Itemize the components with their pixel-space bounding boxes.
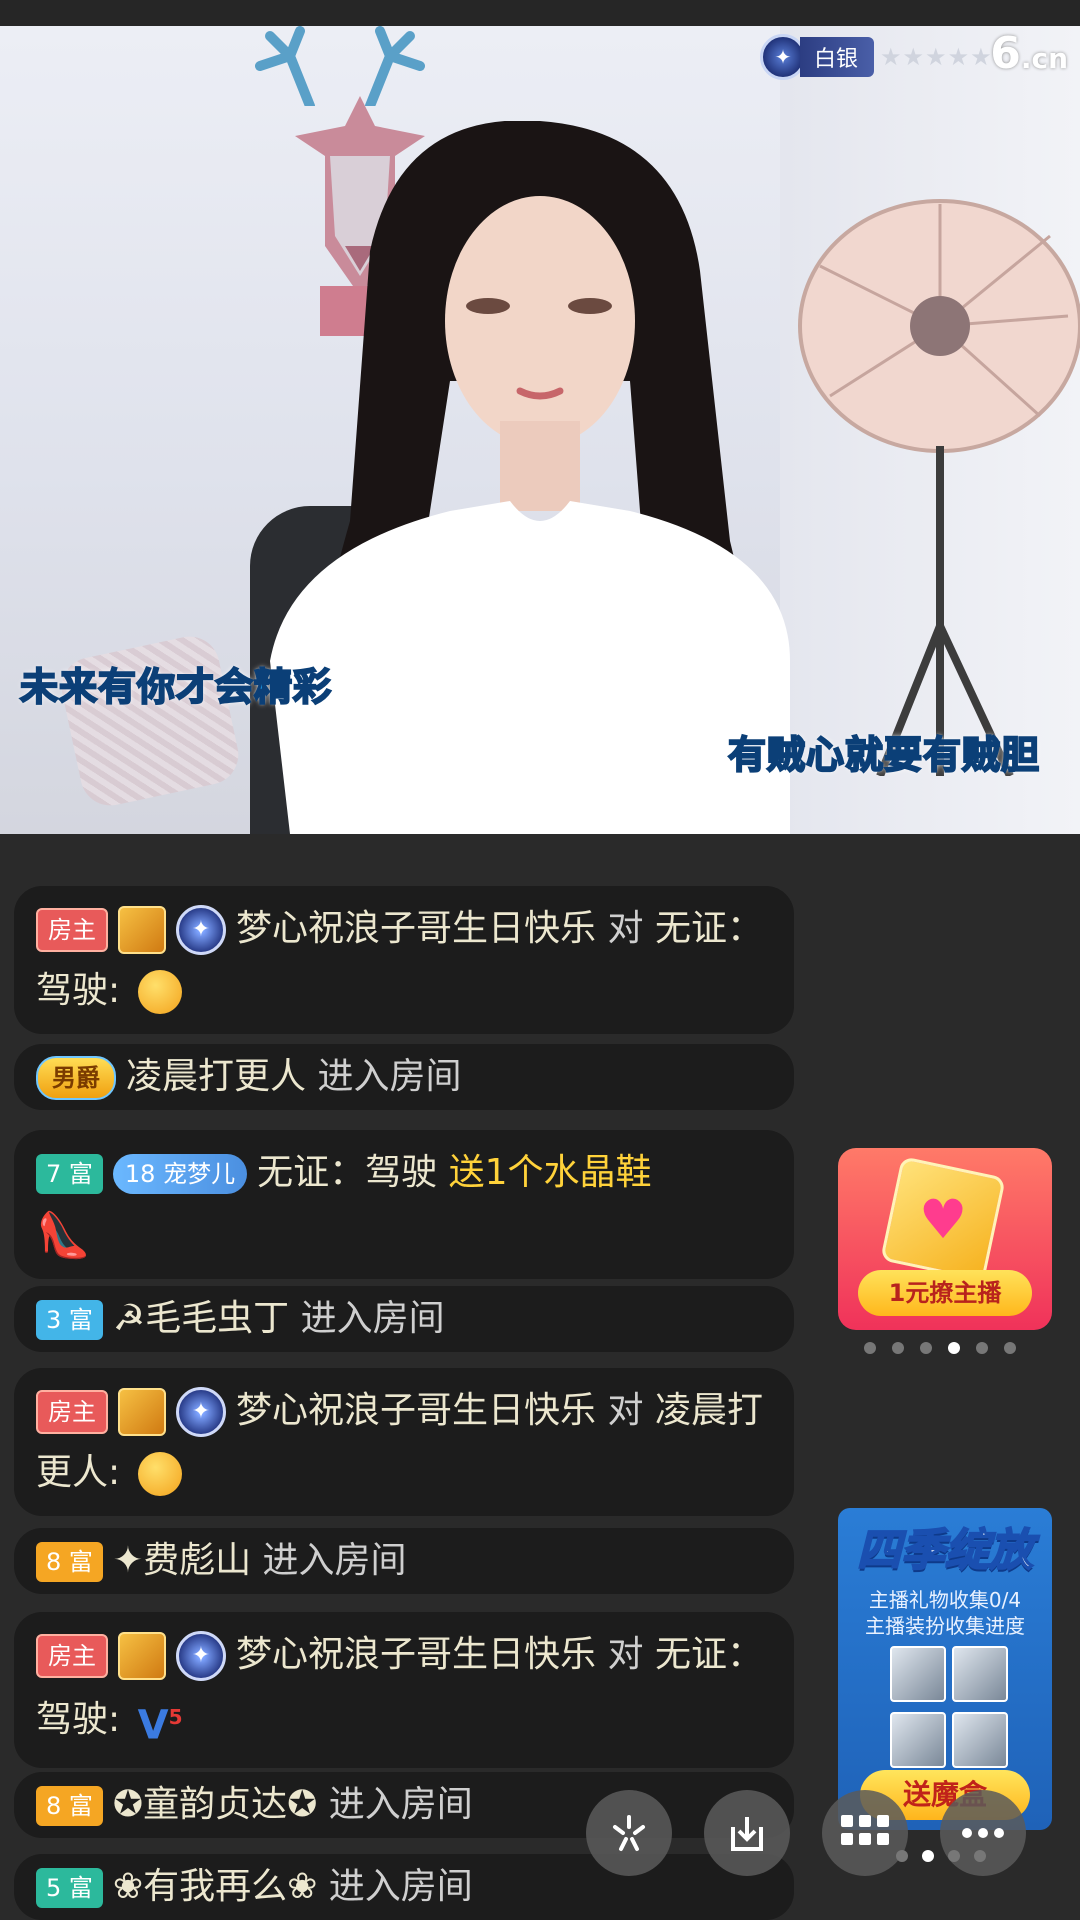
chat-message: 房主 ✦ 梦心祝浪子哥生日快乐 对 无证：驾驶: V5 (14, 1612, 794, 1769)
wealth-level-tag: 5 富 (36, 1868, 103, 1908)
overlay-caption-left: 未来有你才会精彩 (19, 664, 333, 710)
collection-item (952, 1646, 1008, 1702)
pray-emoji-icon (137, 1452, 182, 1496)
site-logo: 6.cn (990, 28, 1068, 79)
more-icon (962, 1828, 1004, 1838)
gift-text: 送1个水晶鞋 (448, 1152, 652, 1193)
overlay-caption-right: 有贼心就要有贼胆 (727, 732, 1041, 778)
promo-banner-tease-anchor[interactable]: ♥ 1元撩主播 (838, 1148, 1052, 1330)
carousel-dot[interactable] (976, 1342, 988, 1354)
download-button[interactable] (704, 1790, 790, 1876)
chat-message: 房主 ✦ 梦心祝浪子哥生日快乐 对 凌晨打更人: (14, 1368, 794, 1516)
collection-item (890, 1712, 946, 1768)
chat-action: 进入房间 (328, 1866, 473, 1907)
carousel-dot-active[interactable] (922, 1850, 934, 1862)
status-bar (0, 0, 1080, 26)
chat-action: 对 (607, 908, 644, 949)
promo-carousel-dots (864, 1342, 1016, 1354)
host-tag: 房主 (36, 1390, 108, 1434)
chat-username[interactable]: ✦费彪山 (113, 1540, 251, 1581)
medal-icon: ✦ (176, 1631, 226, 1681)
noble-tag: 男爵 (36, 1056, 116, 1100)
carousel-dot[interactable] (892, 1342, 904, 1354)
carousel-dot-active[interactable] (948, 1342, 960, 1354)
medal-icon: ✦ (176, 1387, 226, 1437)
more-button[interactable] (940, 1790, 1026, 1876)
fan-badge-label: 宠梦儿 (163, 1160, 236, 1188)
share-icon (613, 1815, 645, 1851)
heart-card-icon: ♥ (880, 1156, 1006, 1282)
chat-message: 8 富 ✪童韵贞达✪ 进入房间 (14, 1772, 794, 1838)
collection-item (952, 1712, 1008, 1768)
wealth-level-tag: 8 富 (36, 1542, 103, 1582)
chat-message: 7 富 18 宠梦儿 无证：驾驶 送1个水晶鞋 👠 (14, 1130, 794, 1279)
chat-message: 男爵 凌晨打更人 进入房间 (14, 1044, 794, 1110)
chat-username[interactable]: 无证：驾驶 (257, 1152, 437, 1193)
collection-item (890, 1646, 946, 1702)
share-button[interactable] (586, 1790, 672, 1876)
chat-message: 5 富 ❀有我再么❀ 进入房间 (14, 1854, 794, 1920)
chat-message: 房主 ✦ 梦心祝浪子哥生日快乐 对 无证：驾驶: (14, 886, 794, 1034)
wealth-level-tag: 3 富 (36, 1300, 103, 1340)
chat-username[interactable]: ☭毛毛虫丁 (113, 1298, 289, 1339)
promo2-gift-progress: 主播礼物收集0/4 (868, 1588, 1022, 1612)
logo-suffix: .cn (1020, 42, 1068, 75)
crystal-shoe-icon: 👠 (36, 1210, 91, 1261)
carousel-dot[interactable] (864, 1342, 876, 1354)
deer-antler-decor (255, 26, 425, 106)
v-level-emoji-icon: V5 (137, 1702, 183, 1749)
fan-badge: 18 宠梦儿 (112, 1154, 248, 1194)
chat-username[interactable]: ✪童韵贞达✪ (113, 1784, 317, 1825)
carousel-dot[interactable] (1004, 1342, 1016, 1354)
level-label: 白银 (800, 37, 875, 77)
star-rating: ★★★★★ (880, 43, 993, 71)
chat-username[interactable]: 梦心祝浪子哥生日快乐 (236, 1634, 596, 1675)
chat-message: 8 富 ✦费彪山 进入房间 (14, 1528, 794, 1594)
chat-action: 对 (607, 1634, 644, 1675)
menu-grid-button[interactable] (822, 1790, 908, 1876)
vip-icon (118, 1632, 166, 1680)
carousel-dot[interactable] (974, 1850, 986, 1862)
wealth-level-tag: 7 富 (36, 1154, 103, 1194)
chat-action: 对 (607, 1390, 644, 1431)
host-tag: 房主 (36, 1634, 108, 1678)
wealth-level-tag: 8 富 (36, 1786, 103, 1826)
promo1-button[interactable]: 1元撩主播 (858, 1270, 1032, 1316)
live-video[interactable]: 未来有你才会精彩 有贼心就要有贼胆 ✦ 白银 ★★★★★ 6.cn (0, 26, 1080, 834)
anchor-level-badge[interactable]: ✦ 白银 ★★★★★ (760, 34, 993, 80)
chat-username[interactable]: 梦心祝浪子哥生日快乐 (236, 908, 596, 949)
promo2-outfit-progress: 主播装扮收集进度 (865, 1614, 1025, 1638)
carousel-dot[interactable] (920, 1342, 932, 1354)
chat-action: 进入房间 (300, 1298, 445, 1339)
medal-icon: ✦ (176, 905, 226, 955)
host-tag: 房主 (36, 908, 108, 952)
promo2-carousel-dots (896, 1850, 986, 1862)
carousel-dot[interactable] (948, 1850, 960, 1862)
promo2-title: 四季绽放 (856, 1524, 1034, 1577)
chat-username[interactable]: 梦心祝浪子哥生日快乐 (236, 1390, 596, 1431)
smile-emoji-icon (137, 970, 182, 1014)
logo-main: 6 (990, 28, 1021, 79)
vip-icon (118, 1388, 166, 1436)
grid-icon (841, 1815, 889, 1845)
promo-banner-four-seasons[interactable]: 四季绽放 主播礼物收集0/4 主播装扮收集进度 送魔盒 (838, 1508, 1052, 1830)
v-level-number: 5 (168, 1705, 183, 1729)
fan-level: 18 (124, 1160, 156, 1188)
chat-username[interactable]: 凌晨打更人 (126, 1056, 306, 1097)
chat-message: 3 富 ☭毛毛虫丁 进入房间 (14, 1286, 794, 1352)
chat-action: 进入房间 (262, 1540, 407, 1581)
vip-icon (118, 906, 166, 954)
chat-action: 进入房间 (328, 1784, 473, 1825)
chat-action: 进入房间 (317, 1056, 462, 1097)
carousel-dot[interactable] (896, 1850, 908, 1862)
download-icon (731, 1817, 763, 1851)
chat-username[interactable]: ❀有我再么❀ (113, 1866, 317, 1907)
collection-grid (890, 1646, 1008, 1768)
